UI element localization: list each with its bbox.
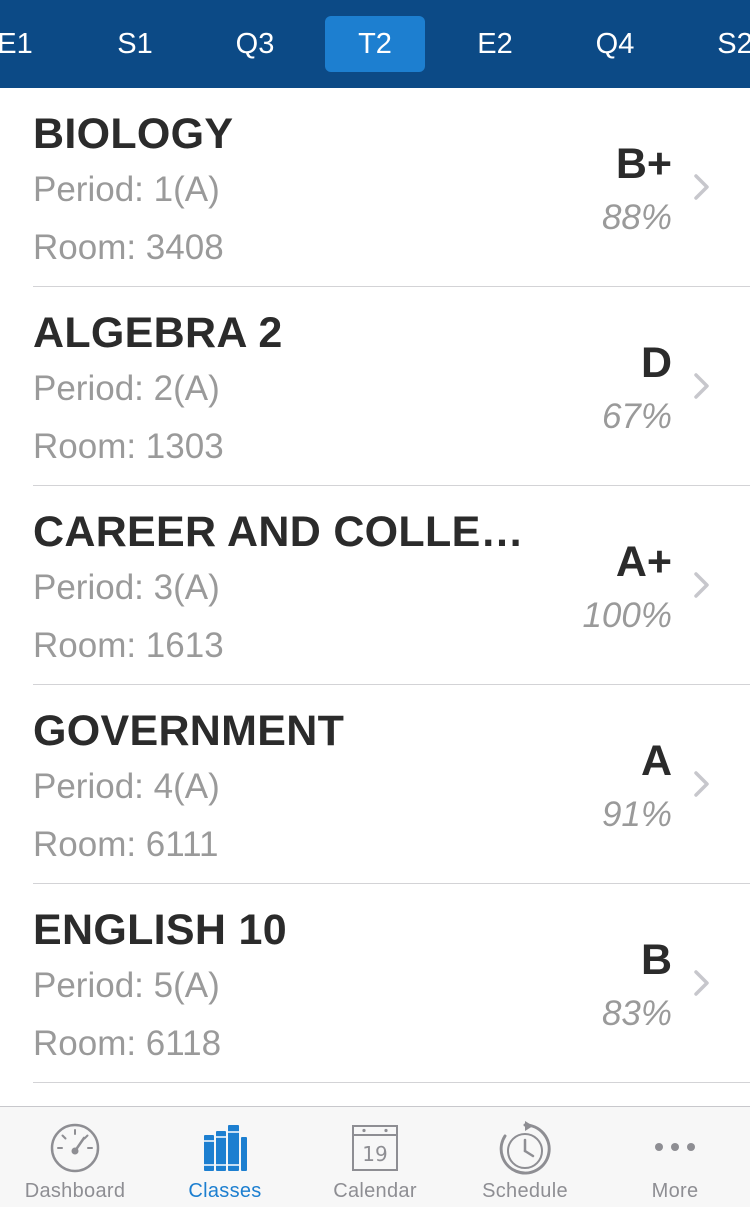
class-period: Period: 1(A) — [33, 170, 220, 209]
class-list: BIOLOGY Period: 1(A) Room: 3408 B+ 88% A… — [0, 88, 750, 1083]
class-room: Room: 3408 — [33, 228, 224, 267]
class-room: Room: 1303 — [33, 427, 224, 466]
tab-label: Schedule — [482, 1180, 568, 1202]
class-name: BIOLOGY — [33, 110, 234, 158]
grade-percent: 83% — [601, 994, 672, 1033]
class-period: Period: 5(A) — [33, 966, 220, 1005]
tab-schedule[interactable]: Schedule — [450, 1107, 600, 1207]
chevron-right-icon — [694, 373, 709, 399]
class-room: Room: 1613 — [33, 626, 224, 665]
class-row[interactable]: CAREER AND COLLEG... Period: 3(A) Room: … — [33, 486, 750, 685]
term-tab-e1[interactable]: E1 — [0, 16, 65, 72]
class-row[interactable]: ENGLISH 10 Period: 5(A) Room: 6118 B 83% — [33, 884, 750, 1083]
more-icon — [655, 1143, 695, 1151]
svg-text:19: 19 — [362, 1142, 387, 1166]
tab-label: Dashboard — [24, 1180, 126, 1202]
term-tab-q4[interactable]: Q4 — [565, 16, 665, 72]
gauge-icon — [50, 1123, 100, 1173]
term-tab-bar: E1 S1 Q3 T2 E2 Q4 S2 — [0, 0, 750, 88]
class-name: GOVERNMENT — [33, 707, 345, 755]
class-name: ENGLISH 10 — [33, 906, 287, 954]
class-row[interactable]: GOVERNMENT Period: 4(A) Room: 6111 A 91% — [33, 685, 750, 884]
class-period: Period: 3(A) — [33, 568, 220, 607]
chevron-right-icon — [694, 174, 709, 200]
bottom-tab-bar: Dashboard Classes 19 Calendar Schedule M… — [0, 1106, 750, 1207]
term-tab-q3[interactable]: Q3 — [205, 16, 305, 72]
books-icon — [204, 1125, 247, 1171]
grade-letter: D — [640, 339, 672, 387]
tab-label: Calendar — [333, 1180, 417, 1202]
chevron-right-icon — [694, 771, 709, 797]
tab-label: Classes — [188, 1180, 262, 1202]
term-tab-e2[interactable]: E2 — [445, 16, 545, 72]
class-room: Room: 6111 — [33, 825, 219, 864]
class-period: Period: 4(A) — [33, 767, 220, 806]
tab-classes[interactable]: Classes — [150, 1107, 300, 1207]
chevron-right-icon — [694, 970, 709, 996]
grade-letter: A — [640, 737, 672, 785]
class-name: CAREER AND COLLEG... — [33, 508, 543, 556]
grade-percent: 91% — [601, 795, 672, 834]
grade-letter: B — [640, 936, 672, 984]
class-row[interactable]: BIOLOGY Period: 1(A) Room: 3408 B+ 88% — [33, 88, 750, 287]
grade-percent: 100% — [582, 596, 672, 635]
grade-letter: A+ — [615, 538, 672, 586]
class-room: Room: 6118 — [33, 1024, 222, 1063]
class-name: ALGEBRA 2 — [33, 309, 283, 357]
tab-dashboard[interactable]: Dashboard — [0, 1107, 150, 1207]
tab-more[interactable]: More — [600, 1107, 750, 1207]
class-period: Period: 2(A) — [33, 369, 220, 408]
grade-percent: 88% — [601, 198, 672, 237]
grade-letter: B+ — [615, 140, 672, 188]
calendar-icon: 19 — [352, 1125, 398, 1171]
tab-label: More — [651, 1180, 699, 1202]
term-tab-s1[interactable]: S1 — [85, 16, 185, 72]
clock-icon — [499, 1121, 551, 1175]
chevron-right-icon — [694, 572, 709, 598]
term-tab-s2[interactable]: S2 — [685, 16, 750, 72]
grade-percent: 67% — [601, 397, 672, 436]
tab-calendar[interactable]: 19 Calendar — [300, 1107, 450, 1207]
class-row[interactable]: ALGEBRA 2 Period: 2(A) Room: 1303 D 67% — [33, 287, 750, 486]
term-tab-t2[interactable]: T2 — [325, 16, 425, 72]
